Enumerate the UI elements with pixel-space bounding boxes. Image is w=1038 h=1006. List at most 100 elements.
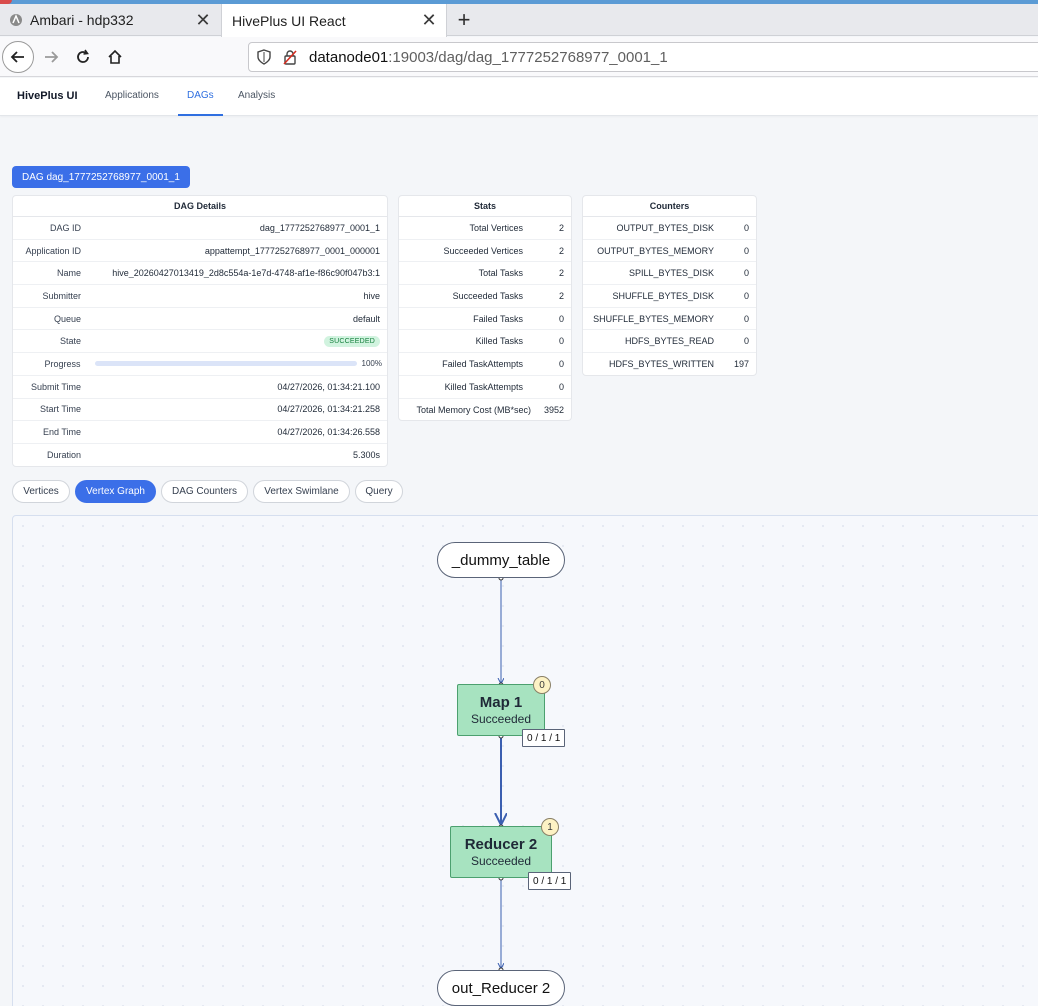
stats-panel: Stats Total Vertices 2 Succeeded Vertices… <box>398 195 572 421</box>
detail-key: Start Time <box>39 404 81 415</box>
dag-title-pill: DAG dag_1777252768977_0001_1 <box>12 166 190 188</box>
detail-row: Name hive_20260427013419_2d8c554a-1e7d-47… <box>13 262 387 286</box>
counter-value: 0 <box>743 313 749 324</box>
stats-value: 2 <box>558 245 564 256</box>
progress-bar <box>94 361 357 367</box>
vertex-node-reducer2[interactable]: Reducer 2 Succeeded <box>450 826 552 878</box>
counter-key: HDFS_BYTES_WRITTEN <box>608 359 714 370</box>
forward-button[interactable] <box>35 41 67 73</box>
browser-tab-ambari[interactable]: Ambari - hdp332 ✕ <box>0 4 220 36</box>
shield-icon[interactable] <box>257 49 275 65</box>
sink-node[interactable]: out_Reducer 2 <box>437 970 565 1006</box>
stats-row: Succeeded Vertices 2 <box>399 240 571 263</box>
counter-row: OUTPUT_BYTES_MEMORY 0 <box>583 240 756 263</box>
stats-key: Succeeded Tasks <box>452 290 523 301</box>
detail-key: Application ID <box>25 245 81 256</box>
counter-value: 197 <box>733 359 749 370</box>
counter-row: HDFS_BYTES_READ 0 <box>583 330 756 354</box>
detail-value: appattempt_1777252768977_0001_000001 <box>204 245 380 256</box>
stats-key: Killed Tasks <box>475 336 523 347</box>
vertex-name: Reducer 2 <box>464 836 538 853</box>
counters-panel: Counters OUTPUT_BYTES_DISK 0 OUTPUT_BYTES… <box>582 195 757 376</box>
counter-row: SHUFFLE_BYTES_MEMORY 0 <box>583 308 756 331</box>
detail-row: Queue default <box>13 308 387 331</box>
address-bar[interactable]: datanode01:19003/dag/dag_1777252768977_0… <box>248 42 1038 72</box>
stats-key: Failed TaskAttempts <box>442 358 523 369</box>
counter-key: OUTPUT_BYTES_MEMORY <box>597 245 714 256</box>
nav-analysis[interactable]: Analysis <box>238 90 275 101</box>
detail-key: Name <box>56 268 81 279</box>
graph-edges <box>13 575 1038 973</box>
detail-row: Progress 100% <box>13 353 387 376</box>
detail-key: End Time <box>42 427 81 438</box>
close-tab-icon[interactable]: ✕ <box>418 10 440 32</box>
tab-vertex-swimlane[interactable]: Vertex Swimlane <box>253 480 350 503</box>
browser-nav-bar: datanode01:19003/dag/dag_1777252768977_0… <box>0 37 1038 77</box>
home-icon <box>108 49 122 64</box>
browser-tab-title: HivePlus UI React <box>232 12 346 29</box>
stats-row: Killed Tasks 0 <box>399 330 571 354</box>
detail-key: Duration <box>46 450 81 461</box>
detail-row: Start Time 04/27/2026, 01:34:21.258 <box>13 399 387 422</box>
close-tab-icon[interactable]: ✕ <box>192 9 214 31</box>
detail-value: hive <box>363 290 380 301</box>
stats-value: 0 <box>558 381 564 392</box>
progress-text: 100% <box>361 359 382 369</box>
dag-details-panel: DAG Details DAG ID dag_1777252768977_0001… <box>12 195 388 467</box>
detail-key: Submitter <box>42 290 81 301</box>
url-path: :19003/dag/dag_1777252768977_0001_1 <box>388 48 668 66</box>
browser-tab-title: Ambari - hdp332 <box>30 12 134 28</box>
vertex-badge: 0 <box>533 676 551 694</box>
counter-key: OUTPUT_BYTES_DISK <box>616 222 714 233</box>
counter-row: OUTPUT_BYTES_DISK 0 <box>583 217 756 240</box>
panel-header: DAG Details <box>13 196 387 217</box>
counter-value: 0 <box>743 290 749 301</box>
stats-value: 2 <box>558 222 564 233</box>
stats-key: Total Vertices <box>469 222 523 233</box>
tab-dag-counters[interactable]: DAG Counters <box>161 480 248 503</box>
detail-row: End Time 04/27/2026, 01:34:26.558 <box>13 421 387 444</box>
stats-key: Total Tasks <box>478 268 523 279</box>
vertex-task-count: 0 / 1 / 1 <box>522 729 566 747</box>
counter-row: HDFS_BYTES_WRITTEN 197 <box>583 353 756 376</box>
detail-value: 04/27/2026, 01:34:21.258 <box>277 404 380 415</box>
stats-row: Succeeded Tasks 2 <box>399 285 571 308</box>
detail-key: DAG ID <box>49 222 81 233</box>
browser-tab-hiveplus[interactable]: HivePlus UI React ✕ <box>221 4 447 37</box>
panel-header: Stats <box>399 196 571 217</box>
reload-button[interactable] <box>67 41 99 73</box>
vertex-task-count: 0 / 1 / 1 <box>528 872 572 890</box>
detail-key: Queue <box>53 313 81 324</box>
counter-value: 0 <box>743 222 749 233</box>
detail-row: Application ID appattempt_1777252768977_0… <box>13 240 387 263</box>
detail-value: 04/27/2026, 01:34:21.100 <box>277 381 380 392</box>
tab-query[interactable]: Query <box>355 480 403 503</box>
home-button[interactable] <box>99 41 131 73</box>
counter-row: SPILL_BYTES_DISK 0 <box>583 262 756 286</box>
counter-row: SHUFFLE_BYTES_DISK 0 <box>583 285 756 308</box>
detail-value: hive_20260427013419_2d8c554a-1e7d-4748-a… <box>112 268 380 279</box>
insecure-lock-icon[interactable] <box>283 49 301 65</box>
detail-row: Submitter hive <box>13 285 387 308</box>
panel-header: Counters <box>583 196 756 217</box>
back-button[interactable] <box>2 41 34 73</box>
reload-icon <box>77 49 89 63</box>
tab-vertices[interactable]: Vertices <box>12 480 70 503</box>
stats-row: Total Tasks 2 <box>399 262 571 286</box>
stats-value: 2 <box>558 290 564 301</box>
nav-dags[interactable]: DAGs <box>187 90 214 101</box>
brand-title[interactable]: HivePlus UI <box>17 90 78 102</box>
nav-applications[interactable]: Applications <box>105 90 159 101</box>
vertex-graph-canvas[interactable]: _dummy_table Map 1 Succeeded 0 0 / 1 / 1… <box>12 515 1038 1006</box>
stats-key: Succeeded Vertices <box>443 245 523 256</box>
detail-value: 04/27/2026, 01:34:26.558 <box>277 427 380 438</box>
detail-row: DAG ID dag_1777252768977_0001_1 <box>13 217 387 240</box>
active-nav-indicator <box>178 114 223 116</box>
source-node[interactable]: _dummy_table <box>437 542 565 578</box>
new-tab-icon[interactable]: + <box>452 7 476 32</box>
stats-value: 0 <box>558 336 564 347</box>
ambari-favicon-icon <box>8 12 24 28</box>
tab-vertex-graph[interactable]: Vertex Graph <box>75 480 156 503</box>
vertex-badge: 1 <box>541 818 559 836</box>
counter-key: SHUFFLE_BYTES_MEMORY <box>593 313 714 324</box>
